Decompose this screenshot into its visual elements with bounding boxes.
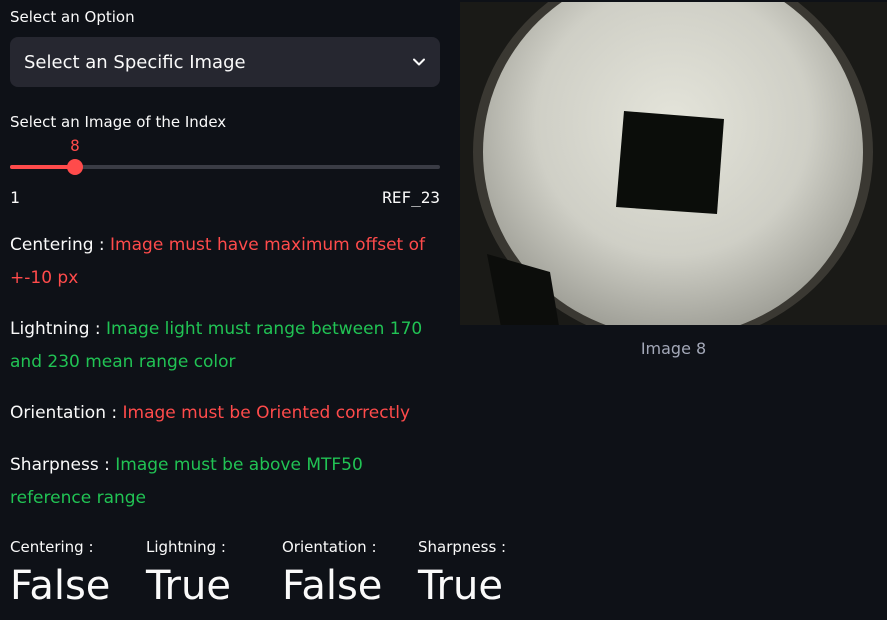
black-square-target: [616, 111, 724, 214]
slider-fill: [10, 165, 75, 169]
fisheye-chart-image: [460, 2, 887, 325]
metric-value: True: [418, 563, 503, 609]
slider-label: Select an Image of the Index: [10, 113, 227, 131]
metric-value: True: [146, 563, 231, 609]
centering-check-label: Centering :: [10, 235, 111, 255]
orientation-check-label: Orientation :: [10, 403, 123, 423]
orientation-check-message: Image must be Oriented correctly: [122, 403, 411, 423]
metric-lightning: Lightning : True: [146, 538, 231, 608]
metric-label: Lightning :: [146, 538, 226, 556]
metric-sharpness: Sharpness : True: [418, 538, 506, 608]
slider-min-label: 1: [10, 188, 20, 207]
slider-max-label: REF_23: [382, 188, 440, 207]
metric-label: Centering :: [10, 538, 94, 556]
test-image: [460, 2, 887, 325]
image-select-dropdown[interactable]: Select an Specific Image: [10, 37, 440, 87]
metric-orientation: Orientation : False: [282, 538, 382, 608]
lightning-check-label: Lightning :: [10, 319, 107, 339]
lightning-check: Lightning : Image light must range betwe…: [10, 313, 440, 379]
image-index-slider[interactable]: 8 1 REF_23: [10, 136, 440, 207]
orientation-check: Orientation : Image must be Oriented cor…: [10, 397, 440, 430]
image-caption: Image 8: [640, 339, 707, 358]
metric-label: Sharpness :: [418, 538, 507, 556]
metric-label: Orientation :: [282, 538, 377, 556]
select-label: Select an Option: [10, 8, 135, 26]
metric-centering: Centering : False: [10, 538, 110, 608]
sharpness-check-label: Sharpness :: [10, 455, 116, 475]
slider-value: 8: [70, 136, 80, 155]
select-value: Select an Specific Image: [24, 51, 246, 73]
metric-value: False: [282, 563, 383, 609]
centering-check: Centering : Image must have maximum offs…: [10, 229, 440, 295]
slider-thumb[interactable]: [67, 159, 83, 175]
sharpness-check: Sharpness : Image must be above MTF50 re…: [10, 449, 440, 515]
chevron-down-icon: [413, 58, 425, 66]
metric-value: False: [10, 563, 111, 609]
